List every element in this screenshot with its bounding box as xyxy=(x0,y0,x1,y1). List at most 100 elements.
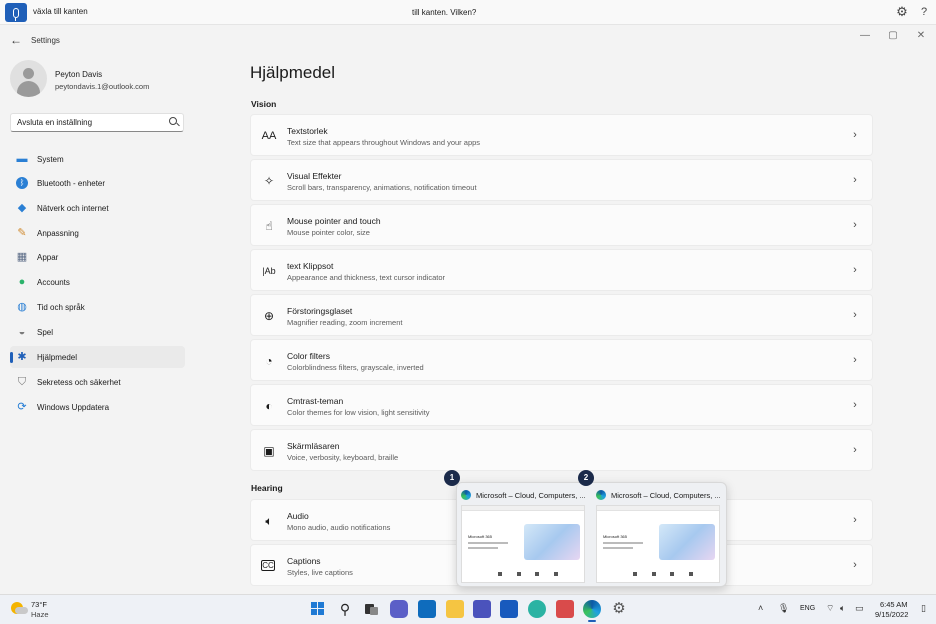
sidebar-item-network[interactable]: ◆ Nätverk och internet xyxy=(10,197,185,219)
chevron-right-icon: › xyxy=(853,559,857,571)
chevron-right-icon: › xyxy=(853,309,857,321)
chevron-right-icon: › xyxy=(853,444,857,456)
taskbar-preview-popup: Microsoft – Cloud, Computers, ... Micros… xyxy=(456,482,727,587)
wifi-icon[interactable]: ⌔ xyxy=(826,603,834,614)
chevron-right-icon: › xyxy=(853,129,857,141)
voice-number-badge[interactable]: 1 xyxy=(444,470,460,486)
edge-icon[interactable] xyxy=(583,600,601,622)
voice-command-text: växla till kanten xyxy=(33,7,88,16)
sparkle-icon: ✧ xyxy=(263,174,275,188)
gear-icon[interactable]: ⚙ xyxy=(895,5,909,19)
chevron-right-icon: › xyxy=(853,354,857,366)
text-size-icon: AA xyxy=(261,130,277,142)
search-icon[interactable]: ⚲ xyxy=(336,600,354,618)
captions-icon: CC xyxy=(261,560,275,571)
contrast-icon: ◐ xyxy=(265,399,273,413)
apps-icon: ▦ xyxy=(16,251,28,263)
voice-number-badge[interactable]: 2 xyxy=(578,470,594,486)
help-icon[interactable]: ? xyxy=(918,5,930,19)
battery-icon[interactable]: ▭ xyxy=(855,603,864,614)
chevron-right-icon: › xyxy=(853,219,857,231)
chevron-right-icon: › xyxy=(853,399,857,411)
text-cursor-icon: |Ab xyxy=(262,266,276,276)
weather-desc[interactable]: Haze xyxy=(31,610,49,619)
title-bar: ← Settings — ▢ ✕ xyxy=(0,25,936,55)
globe-clock-icon: ◍ xyxy=(17,301,27,313)
microphone-button[interactable] xyxy=(5,3,27,22)
palette-icon: ◔ xyxy=(265,354,273,368)
setting-card-text-size[interactable]: AA Textstorlek Text size that appears th… xyxy=(250,114,873,156)
sidebar-item-apps[interactable]: ▦ Appar xyxy=(10,246,185,268)
setting-card-mouse-pointer[interactable]: ☝ Mouse pointer and touch Mouse pointer … xyxy=(250,204,873,246)
bluetooth-icon: ᛒ xyxy=(16,177,28,189)
magnifier-icon: ⊕ xyxy=(263,309,275,323)
taskbar: 73°F Haze ⚲ ⚙ ˄ 🎙︎ ENG ⌔ 🔈︎ ▭ 6:45 AM 9/… xyxy=(0,594,936,624)
avatar[interactable] xyxy=(10,60,47,97)
narrator-icon: ▣ xyxy=(263,444,275,458)
setting-card-color-filters[interactable]: ◔ Color filters Colorblindness filters, … xyxy=(250,339,873,381)
sidebar-item-windows-update[interactable]: ⟳ Windows Uppdatera xyxy=(10,396,185,418)
search-box[interactable] xyxy=(10,113,184,132)
profile-email: peytondavis.1@outlook.com xyxy=(55,82,150,91)
gamepad-icon: ◒ xyxy=(18,326,26,338)
chevron-up-icon[interactable]: ˄ xyxy=(758,603,763,613)
person-icon: ● xyxy=(18,276,26,288)
sidebar-item-gaming[interactable]: ◒ Spel xyxy=(10,321,185,343)
chevron-right-icon: › xyxy=(853,514,857,526)
language-indicator[interactable]: ENG xyxy=(800,605,815,612)
chevron-right-icon: › xyxy=(853,174,857,186)
settings-gear-icon[interactable]: ⚙ xyxy=(610,600,628,618)
setting-card-text-cursor[interactable]: |Ab text Klippsot Appearance and thickne… xyxy=(250,249,873,291)
microphone-tray-icon[interactable]: 🎙︎ xyxy=(778,603,789,614)
outlook-icon[interactable] xyxy=(418,600,436,618)
setting-card-narrator[interactable]: ▣ Skärmläsaren Voice, verbosity, keyboar… xyxy=(250,429,873,471)
app-title: Settings xyxy=(31,36,60,45)
sidebar-item-time-language[interactable]: ◍ Tid och språk xyxy=(10,296,185,318)
search-icon[interactable] xyxy=(169,117,177,125)
teams-chat-icon[interactable] xyxy=(390,600,408,618)
teams-icon[interactable] xyxy=(473,600,491,618)
section-title-hearing: Hearing xyxy=(251,483,283,493)
window-thumbnail-1[interactable]: Microsoft – Cloud, Computers, ... Micros… xyxy=(457,483,589,586)
weather-temp[interactable]: 73°F xyxy=(31,600,47,609)
maximize-icon[interactable]: ▢ xyxy=(886,29,900,43)
clock-date[interactable]: 9/15/2022 xyxy=(875,610,908,619)
page-title: Hjälpmedel xyxy=(250,63,336,82)
setting-card-contrast-themes[interactable]: ◐ Cmtrast-teman Color themes for low vis… xyxy=(250,384,873,426)
wifi-icon: ◆ xyxy=(17,202,27,214)
brush-icon: ✎ xyxy=(17,227,27,239)
word-icon[interactable] xyxy=(500,600,518,618)
notification-icon[interactable]: ▯ xyxy=(921,603,926,614)
section-title-vision: Vision xyxy=(251,99,277,109)
sidebar-item-accessibility[interactable]: ✱ Hjälpmedel xyxy=(10,346,185,368)
snipping-tool-icon[interactable] xyxy=(556,600,574,618)
close-icon[interactable]: ✕ xyxy=(914,29,928,43)
thumbnail-content: Microsoft 365 xyxy=(461,505,585,583)
volume-icon[interactable]: 🔈︎ xyxy=(840,603,845,614)
sidebar-item-bluetooth[interactable]: ᛒ Bluetooth - enheter xyxy=(10,172,185,194)
weather-icon[interactable] xyxy=(11,602,28,614)
clock-time[interactable]: 6:45 AM xyxy=(880,600,908,609)
microphone-icon xyxy=(13,7,19,21)
setting-card-magnifier[interactable]: ⊕ Förstoringsglaset Magnifier reading, z… xyxy=(250,294,873,336)
window-thumbnail-2[interactable]: Microsoft – Cloud, Computers, ... Micros… xyxy=(592,483,724,586)
back-arrow-icon[interactable]: ← xyxy=(10,33,22,47)
task-view-icon[interactable] xyxy=(362,600,380,618)
speaker-icon: 🔈︎ xyxy=(265,514,273,528)
sidebar-item-accounts[interactable]: ● Accounts xyxy=(10,271,185,293)
edge-icon xyxy=(596,490,606,500)
search-input[interactable] xyxy=(11,114,161,131)
pointer-icon: ☝ xyxy=(265,219,273,233)
people-icon[interactable] xyxy=(528,600,546,618)
sidebar-item-personalization[interactable]: ✎ Anpassning xyxy=(10,222,185,244)
chevron-right-icon: › xyxy=(853,264,857,276)
shield-icon: ⛉ xyxy=(17,376,27,388)
start-icon[interactable] xyxy=(309,600,327,618)
sidebar-item-system[interactable]: ▬ System xyxy=(10,148,185,170)
setting-card-visual-effects[interactable]: ✧ Visual Effekter Scroll bars, transpare… xyxy=(250,159,873,201)
sidebar-item-privacy[interactable]: ⛉ Sekretess och säkerhet xyxy=(10,371,185,393)
monitor-icon: ▬ xyxy=(16,153,28,165)
edge-icon xyxy=(461,490,471,500)
file-explorer-icon[interactable] xyxy=(446,600,464,618)
minimize-icon[interactable]: — xyxy=(858,29,872,43)
